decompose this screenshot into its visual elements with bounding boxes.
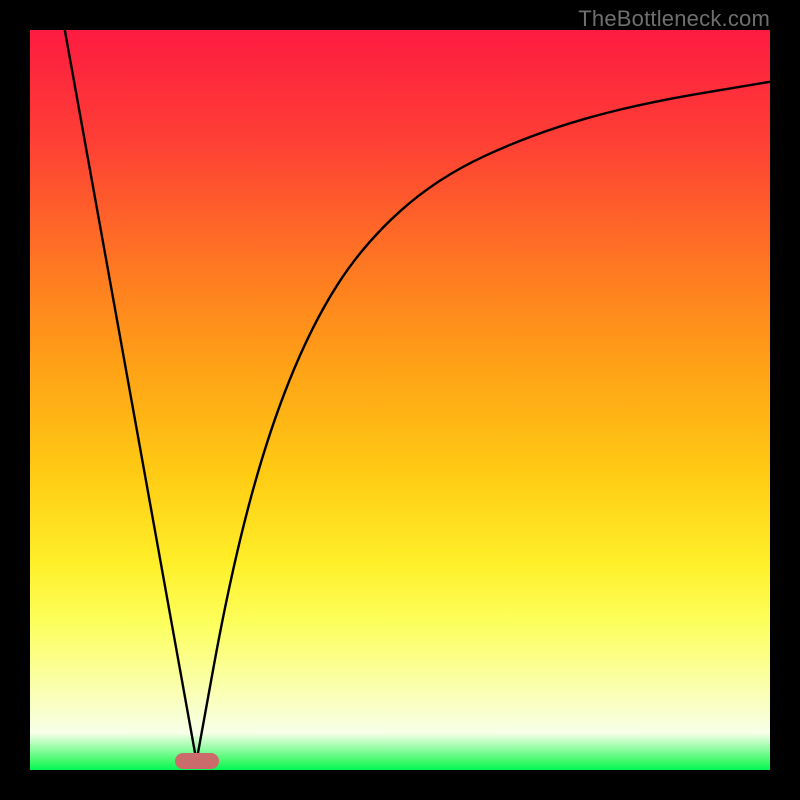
plot-area: [30, 30, 770, 770]
left-line-path: [65, 30, 197, 761]
curve-layer: [30, 30, 770, 770]
chart-container: TheBottleneck.com: [0, 0, 800, 800]
bottleneck-marker: [175, 753, 219, 769]
right-curve-path: [197, 82, 771, 761]
watermark-text: TheBottleneck.com: [578, 6, 770, 32]
